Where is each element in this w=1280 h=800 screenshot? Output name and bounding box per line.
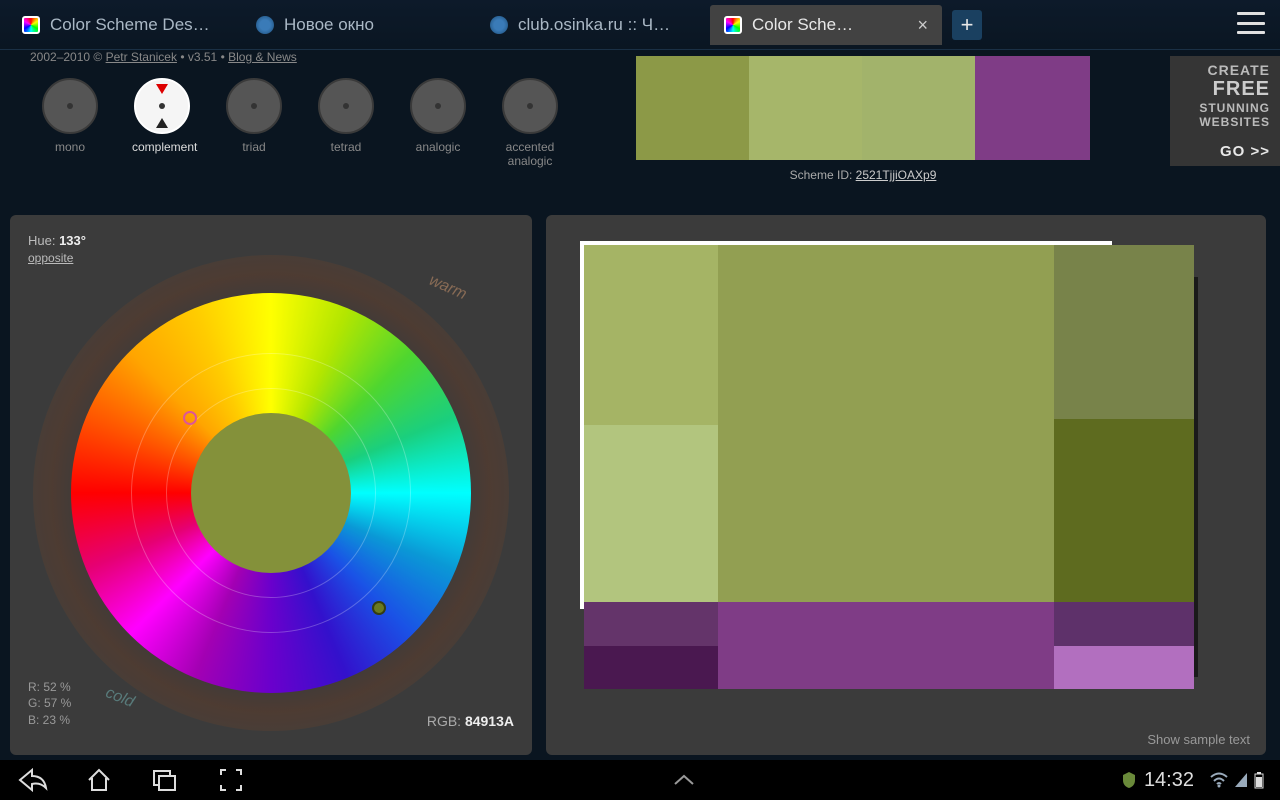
home-icon[interactable] — [82, 763, 116, 797]
back-icon[interactable] — [16, 763, 50, 797]
rgb-g: G: 57 % — [28, 695, 71, 712]
recents-icon[interactable] — [148, 763, 182, 797]
scheme-triad[interactable]: triad — [224, 78, 284, 168]
scheme-tetrad[interactable]: tetrad — [316, 78, 376, 168]
scheme-label: mono — [40, 140, 100, 154]
preview-panel: Show sample text — [546, 215, 1266, 755]
scheme-swatches: Scheme ID: 2521TjjiOAXp9 — [636, 56, 1090, 182]
scheme-complement[interactable]: complement — [132, 78, 192, 168]
signal-icon — [1234, 772, 1248, 788]
preview-block — [1054, 245, 1194, 419]
ad-line: WEBSITES — [1180, 115, 1270, 129]
scheme-label: analogic — [408, 140, 468, 154]
clock-time: 14:32 — [1144, 769, 1194, 792]
tab-2[interactable]: club.osinka.ru :: Ч… — [476, 5, 708, 45]
scheme-id: Scheme ID: 2521TjjiOAXp9 — [636, 168, 1090, 182]
rgb-percent: R: 52 % G: 57 % B: 23 % — [28, 679, 71, 729]
shield-icon — [1120, 771, 1138, 789]
swatch-1[interactable] — [636, 56, 749, 160]
wheel-handle-secondary[interactable] — [183, 411, 197, 425]
new-tab-button[interactable]: + — [952, 10, 982, 40]
blog-link[interactable]: Blog & News — [228, 50, 297, 64]
cold-label: cold — [103, 684, 137, 712]
swatch-4[interactable] — [975, 56, 1090, 160]
ad-box[interactable]: CREATE FREE STUNNING WEBSITES GO >> — [1170, 56, 1280, 166]
rgb-r: R: 52 % — [28, 679, 71, 696]
dot: • — [180, 50, 188, 64]
page-content: 2002–2010 © Petr Stanicek • v3.51 • Blog… — [0, 50, 1280, 760]
wifi-icon — [1210, 772, 1228, 788]
preview-block — [718, 245, 1054, 602]
ad-go: GO >> — [1180, 143, 1270, 160]
scheme-id-prefix: Scheme ID: — [790, 168, 856, 182]
battery-icon — [1254, 771, 1264, 789]
scheme-preview[interactable] — [584, 245, 1204, 689]
tab-label: Color Scheme Des… — [50, 15, 226, 35]
ad-line: FREE — [1180, 78, 1270, 101]
tab-label: Color Sche… — [752, 15, 909, 35]
tab-3-active[interactable]: Color Sche… × — [710, 5, 942, 45]
rgb-hex: RGB: 84913A — [427, 713, 514, 729]
hue-value: 133° — [59, 233, 86, 248]
scheme-analogic[interactable]: analogic — [408, 78, 468, 168]
wheel-container: warm cold — [57, 279, 485, 707]
preview-block — [1054, 419, 1194, 602]
tab-1[interactable]: Новое окно — [242, 5, 474, 45]
globe-icon — [256, 16, 274, 34]
tab-label: Новое окно — [284, 15, 460, 35]
swatch-2[interactable] — [749, 56, 862, 160]
scheme-label: tetrad — [316, 140, 376, 154]
rgb-b: B: 23 % — [28, 712, 71, 729]
dot: • — [221, 50, 229, 64]
years: 2002–2010 © — [30, 50, 102, 64]
color-wheel[interactable] — [71, 293, 471, 693]
scheme-label: complement — [132, 140, 192, 154]
color-wheel-panel: Hue: 133° opposite warm cold R: 52 % G: … — [10, 215, 532, 755]
color-icon — [22, 16, 40, 34]
rgb-value: 84913A — [465, 713, 514, 729]
screenshot-icon[interactable] — [214, 763, 248, 797]
color-icon — [724, 16, 742, 34]
tab-0[interactable]: Color Scheme Des… — [8, 5, 240, 45]
rgb-prefix: RGB: — [427, 713, 465, 729]
browser-tabs-bar: Color Scheme Des… Новое окно club.osinka… — [0, 0, 1280, 50]
scheme-label: accented analogic — [500, 140, 560, 168]
wheel-center — [191, 413, 351, 573]
show-sample-text-link[interactable]: Show sample text — [1147, 732, 1250, 747]
warm-label: warm — [426, 272, 469, 304]
preview-block — [584, 646, 718, 689]
scheme-mono[interactable]: mono — [40, 78, 100, 168]
preview-block — [718, 602, 1054, 689]
swatch-3[interactable] — [862, 56, 975, 160]
hue-prefix: Hue: — [28, 233, 59, 248]
status-icons: 14:32 — [1120, 769, 1264, 792]
preview-block — [584, 425, 718, 602]
author-link[interactable]: Petr Stanicek — [106, 50, 177, 64]
wheel-handle-primary[interactable] — [372, 601, 386, 615]
scheme-accented-analogic[interactable]: accented analogic — [500, 78, 560, 168]
tab-label: club.osinka.ru :: Ч… — [518, 15, 694, 35]
scheme-label: triad — [224, 140, 284, 154]
android-navbar: 14:32 — [0, 760, 1280, 800]
preview-block — [1054, 646, 1194, 689]
version: v3.51 — [188, 50, 217, 64]
preview-block — [584, 245, 718, 425]
chevron-up-icon[interactable] — [667, 763, 701, 797]
menu-icon[interactable] — [1237, 12, 1265, 34]
preview-block — [584, 602, 718, 646]
ad-line: STUNNING — [1180, 101, 1270, 115]
close-icon[interactable]: × — [917, 16, 928, 34]
ad-line: CREATE — [1180, 62, 1270, 78]
preview-block — [1054, 602, 1194, 646]
scheme-id-link[interactable]: 2521TjjiOAXp9 — [856, 168, 937, 182]
globe-icon — [490, 16, 508, 34]
